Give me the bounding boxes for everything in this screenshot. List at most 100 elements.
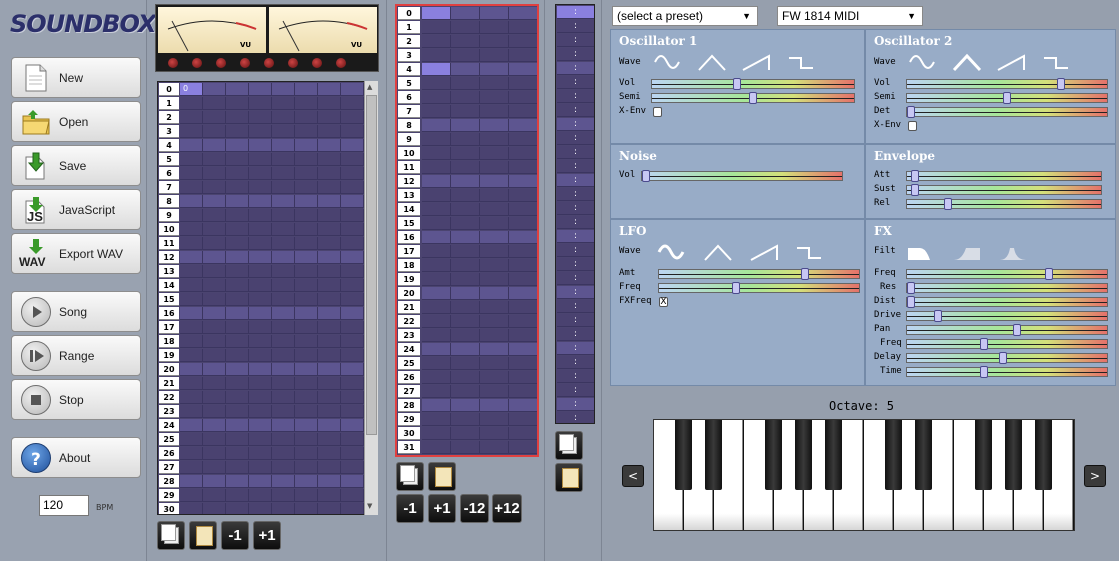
sequencer-cell[interactable] xyxy=(203,419,226,432)
sequencer-cell[interactable] xyxy=(318,349,341,362)
sequencer-cell[interactable] xyxy=(272,335,295,348)
sequencer-cell[interactable] xyxy=(272,489,295,502)
pattern-cell[interactable] xyxy=(422,273,451,286)
fx-time-slider[interactable] xyxy=(906,366,1108,378)
sequencer-cell[interactable] xyxy=(249,279,272,292)
sequencer-cell[interactable] xyxy=(318,335,341,348)
pattern-cell[interactable] xyxy=(480,35,509,48)
sequencer-cell[interactable] xyxy=(295,363,318,376)
sequencer-cell[interactable] xyxy=(226,83,249,96)
sequencer-cell[interactable] xyxy=(272,377,295,390)
pattern-cell[interactable] xyxy=(480,329,509,342)
sequencer-cell[interactable] xyxy=(295,279,318,292)
slider-thumb[interactable] xyxy=(980,338,988,350)
triangle-wave-icon[interactable] xyxy=(795,242,825,262)
fx-cell[interactable]: : xyxy=(557,314,594,327)
pattern-cell[interactable] xyxy=(509,161,537,174)
sequencer-cell[interactable] xyxy=(249,307,272,320)
pattern-cell[interactable] xyxy=(422,77,451,90)
osc1-vol-slider[interactable] xyxy=(651,78,855,90)
pattern-cell[interactable] xyxy=(451,49,480,62)
fx-cell[interactable]: : xyxy=(557,62,594,75)
pattern-cell[interactable] xyxy=(509,301,537,314)
sequencer-cell[interactable] xyxy=(318,237,341,250)
sequencer-cell[interactable] xyxy=(272,363,295,376)
sequencer-cell[interactable] xyxy=(318,251,341,264)
sequencer-cell[interactable] xyxy=(180,461,203,474)
osc1-xenv-checkbox[interactable] xyxy=(653,107,662,117)
pattern-cell[interactable] xyxy=(451,371,480,384)
sine-wave-icon[interactable] xyxy=(908,52,938,72)
sequencer-cell[interactable] xyxy=(341,433,364,446)
sequencer-cell[interactable] xyxy=(180,349,203,362)
sequencer-cell[interactable] xyxy=(341,335,364,348)
midi-select[interactable]: FW 1814 MIDI ▼ xyxy=(777,6,923,26)
seq-minus1-button[interactable]: -1 xyxy=(221,521,249,550)
sequencer-cell[interactable] xyxy=(203,97,226,110)
sequencer-cell[interactable] xyxy=(295,265,318,278)
pattern-cell[interactable] xyxy=(422,119,451,132)
sequencer-cell[interactable] xyxy=(249,209,272,222)
sequencer-cell[interactable] xyxy=(249,237,272,250)
sequencer-cell[interactable] xyxy=(249,475,272,488)
sequencer-cell[interactable] xyxy=(341,307,364,320)
sequencer-cell[interactable] xyxy=(295,167,318,180)
pattern-cell[interactable] xyxy=(480,343,509,356)
square-wave-icon[interactable] xyxy=(697,52,727,72)
sequencer-cell[interactable] xyxy=(226,307,249,320)
sequencer-cell[interactable] xyxy=(341,209,364,222)
sequencer-cell[interactable] xyxy=(226,391,249,404)
sequencer-cell[interactable] xyxy=(272,405,295,418)
sequencer-cell[interactable] xyxy=(226,377,249,390)
bandpass-filter-icon[interactable] xyxy=(998,242,1028,262)
fx-cell[interactable]: : xyxy=(557,412,594,423)
pattern-cell[interactable] xyxy=(509,91,537,104)
sequencer-cell[interactable] xyxy=(180,475,203,488)
seq-copy-button[interactable] xyxy=(157,521,185,550)
sequencer-cell[interactable] xyxy=(180,251,203,264)
sequencer-cell[interactable] xyxy=(295,209,318,222)
sequencer-cell[interactable] xyxy=(203,475,226,488)
sequencer-cell[interactable] xyxy=(203,377,226,390)
pattern-cell[interactable] xyxy=(422,7,451,20)
sequencer-cell[interactable] xyxy=(203,461,226,474)
sequencer-cell[interactable] xyxy=(203,153,226,166)
pattern-cell[interactable] xyxy=(509,203,537,216)
sequencer-cell[interactable] xyxy=(318,489,341,502)
sequencer-cell[interactable] xyxy=(203,209,226,222)
pattern-cell[interactable] xyxy=(480,105,509,118)
pattern-cell[interactable] xyxy=(422,357,451,370)
pattern-cell[interactable] xyxy=(451,399,480,412)
pattern-cell[interactable] xyxy=(509,189,537,202)
fx-cell[interactable]: : xyxy=(557,384,594,397)
fx-delay-freq-slider[interactable] xyxy=(906,338,1108,350)
pattern-cell[interactable] xyxy=(422,63,451,76)
sequencer-cell[interactable] xyxy=(341,503,364,514)
fx-cell[interactable]: : xyxy=(557,6,594,19)
sequencer-cell[interactable] xyxy=(226,349,249,362)
fx-cell[interactable]: : xyxy=(557,174,594,187)
pattern-minus1-button[interactable]: -1 xyxy=(396,494,424,523)
sequencer-cell[interactable] xyxy=(249,447,272,460)
sequencer-cell[interactable] xyxy=(203,293,226,306)
sequencer-cell[interactable] xyxy=(180,181,203,194)
pattern-plus12-button[interactable]: +12 xyxy=(492,494,522,523)
sequencer-cell[interactable] xyxy=(180,279,203,292)
preset-select[interactable]: (select a preset) ▼ xyxy=(612,6,758,26)
fx-cell[interactable]: : xyxy=(557,244,594,257)
slider-thumb[interactable] xyxy=(980,366,988,378)
slider-thumb[interactable] xyxy=(907,282,915,294)
pattern-cell[interactable] xyxy=(422,301,451,314)
slider-thumb[interactable] xyxy=(732,282,740,294)
sequencer-cell[interactable] xyxy=(226,153,249,166)
pattern-cell[interactable] xyxy=(509,245,537,258)
pattern-cell[interactable] xyxy=(451,343,480,356)
sequencer-cell[interactable] xyxy=(226,489,249,502)
sequencer-cell[interactable] xyxy=(295,377,318,390)
sequencer-cell[interactable] xyxy=(318,167,341,180)
slider-thumb[interactable] xyxy=(944,198,952,210)
sequencer-cell[interactable] xyxy=(272,447,295,460)
sequencer-cell[interactable] xyxy=(272,83,295,96)
sequencer-cell[interactable]: 0 xyxy=(180,83,203,96)
sequencer-cell[interactable] xyxy=(249,83,272,96)
